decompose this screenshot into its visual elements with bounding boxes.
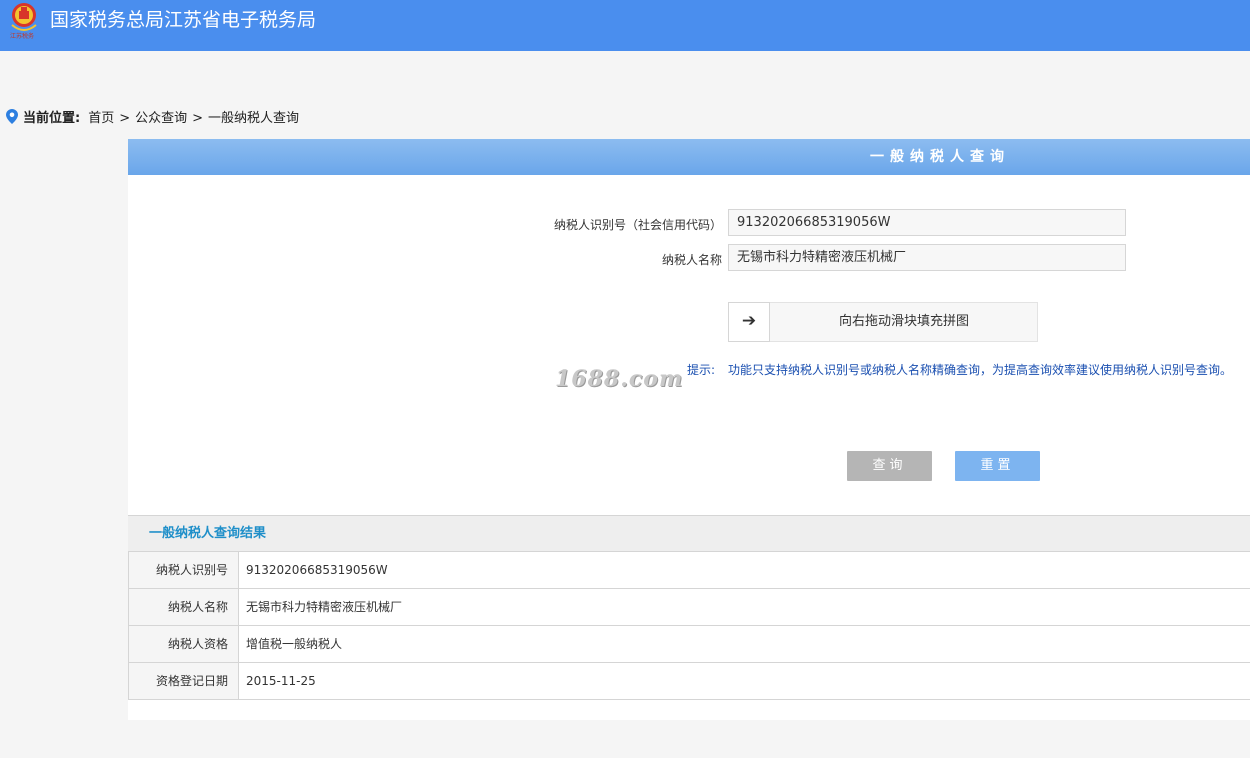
table-row: 纳税人资格 增值税一般纳税人 xyxy=(128,626,1250,663)
table-row: 纳税人识别号 91320206685319056W xyxy=(128,552,1250,589)
query-panel: 一般纳税人查询 纳税人识别号（社会信用代码） 91320206685319056… xyxy=(128,139,1250,720)
breadcrumb-current: 一般纳税人查询 xyxy=(208,111,300,126)
hint-label: 提示: xyxy=(687,363,716,377)
row-key: 资格登记日期 xyxy=(129,663,239,699)
taxpayer-id-input[interactable]: 91320206685319056W xyxy=(728,209,1126,236)
row-key: 纳税人识别号 xyxy=(129,552,239,588)
table-row: 资格登记日期 2015-11-25 xyxy=(128,663,1250,700)
reset-button[interactable]: 重置 xyxy=(955,451,1040,481)
result-table: 一般纳税人查询结果 纳税人识别号 91320206685319056W 纳税人名… xyxy=(128,515,1250,700)
top-header-bar: 江苏税务 国家税务总局江苏省电子税务局 xyxy=(0,0,1250,51)
result-title: 一般纳税人查询结果 xyxy=(128,516,1250,552)
slider-handle[interactable]: ➔ xyxy=(728,302,770,342)
row-value: 2015-11-25 xyxy=(246,674,316,688)
logo-caption: 江苏税务 xyxy=(10,33,35,40)
row-value: 91320206685319056W xyxy=(246,563,388,577)
hint-text: 功能只支持纳税人识别号或纳税人名称精确查询，为提高查询效率建议使用纳税人识别号查… xyxy=(728,363,1233,377)
arrow-right-icon: ➔ xyxy=(741,311,757,331)
breadcrumb-home-link[interactable]: 首页 xyxy=(88,111,114,126)
slider-instruction: 向右拖动滑块填充拼图 xyxy=(838,314,969,329)
taxpayer-name-label: 纳税人名称 xyxy=(661,253,722,267)
breadcrumb-separator: > xyxy=(192,111,204,126)
taxpayer-name-input[interactable]: 无锡市科力特精密液压机械厂 xyxy=(728,244,1126,271)
watermark: 1688.com xyxy=(555,366,684,392)
row-key: 纳税人资格 xyxy=(129,626,239,662)
panel-title: 一般纳税人查询 xyxy=(870,149,1010,165)
breadcrumb-public-query-link[interactable]: 公众查询 xyxy=(135,111,187,126)
site-title[interactable]: 国家税务总局江苏省电子税务局 xyxy=(50,7,316,33)
query-button[interactable]: 查询 xyxy=(847,451,932,481)
row-value: 无锡市科力特精密液压机械厂 xyxy=(246,600,403,614)
captcha-slider[interactable]: ➔ 向右拖动滑块填充拼图 xyxy=(728,302,1038,342)
breadcrumb: 当前位置: 首页 > 公众查询 > 一般纳税人查询 xyxy=(6,109,299,129)
breadcrumb-separator: > xyxy=(119,111,131,126)
panel-header: 一般纳税人查询 xyxy=(128,139,1250,175)
row-key: 纳税人名称 xyxy=(129,589,239,625)
taxpayer-id-label: 纳税人识别号（社会信用代码） xyxy=(553,218,722,232)
row-value: 增值税一般纳税人 xyxy=(246,637,343,651)
location-pin-icon xyxy=(6,109,18,124)
table-row: 纳税人名称 无锡市科力特精密液压机械厂 xyxy=(128,589,1250,626)
breadcrumb-label: 当前位置: xyxy=(23,111,81,126)
